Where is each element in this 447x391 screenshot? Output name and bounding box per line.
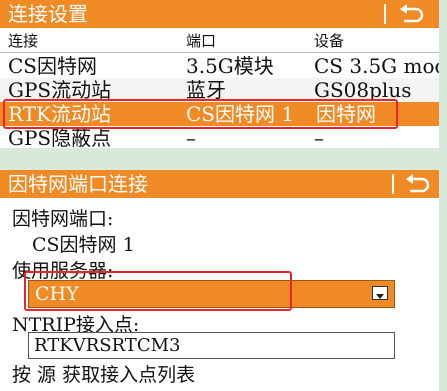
table-row[interactable]: GPS隐蔽点 – – (0, 126, 439, 148)
back-icon[interactable] (402, 173, 432, 195)
mountpoint-field[interactable]: RTKVRSRTCM3 (28, 332, 395, 359)
source-hint-text: 按 源 获取接入点列表 (12, 364, 196, 386)
connection-device: – (314, 126, 324, 148)
back-icon[interactable] (396, 3, 426, 25)
title-bar: 因特网端口连接 (0, 170, 439, 198)
title-bar: 连接设置 (0, 0, 439, 28)
connection-name: CS因特网 (8, 54, 98, 78)
column-header-connection: 连接 (8, 32, 39, 50)
dropdown-icon[interactable] (372, 286, 388, 300)
connection-port: – (186, 126, 196, 148)
connection-name: GPS隐蔽点 (8, 126, 112, 148)
table-header: 连接 端口 设备 (0, 30, 439, 53)
port-label: 因特网端口: (12, 208, 114, 230)
column-header-port: 端口 (186, 32, 217, 50)
table-row[interactable]: CS因特网 3.5G模块 CS 3.5G moc (0, 54, 439, 78)
highlight-box-server (24, 271, 292, 311)
connection-port: 3.5G模块 (186, 54, 274, 78)
window-title: 连接设置 (8, 2, 88, 26)
mountpoint-value: RTKVRSRTCM3 (34, 335, 181, 356)
connection-settings-window: 连接设置 连接 端口 设备 CS因特网 3.5G模块 CS 3.5G moc G… (0, 0, 439, 148)
port-value: CS因特网 1 (32, 234, 135, 256)
internet-port-connection-window: 因特网端口连接 因特网端口: CS因特网 1 使用服务器: CHY NTRIP接… (0, 170, 439, 391)
column-header-device: 设备 (314, 32, 345, 50)
window-title: 因特网端口连接 (8, 172, 148, 196)
title-separator (384, 4, 386, 24)
connection-device: CS 3.5G moc (314, 54, 439, 78)
title-separator (392, 174, 394, 194)
highlight-box-rtk-row (3, 99, 398, 129)
